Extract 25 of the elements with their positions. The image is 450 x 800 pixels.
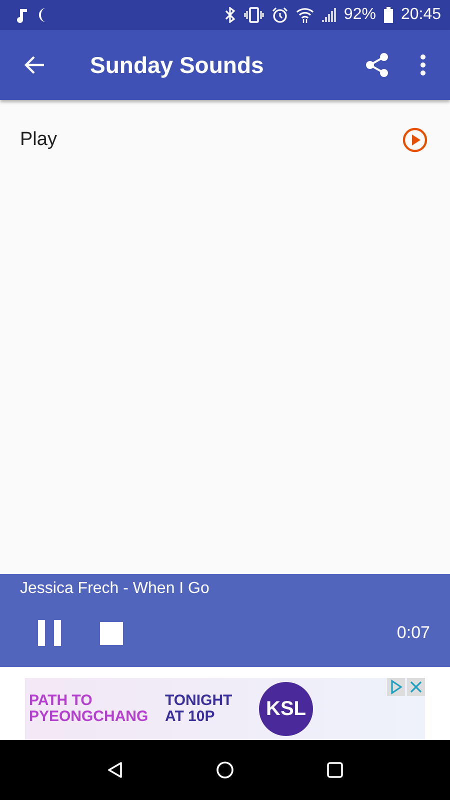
list-item[interactable]: Play	[0, 100, 450, 180]
recents-icon[interactable]	[327, 762, 344, 778]
battery-icon	[384, 7, 393, 23]
elapsed-time: 0:07	[396, 623, 430, 643]
more-options-button[interactable]	[420, 54, 426, 76]
music-note-icon	[16, 7, 28, 23]
pause-button[interactable]	[38, 620, 62, 646]
back-icon[interactable]	[106, 761, 123, 779]
ad-tagline: TONIGHT AT 10P	[165, 693, 234, 725]
home-icon[interactable]	[216, 761, 234, 779]
back-button[interactable]	[24, 54, 46, 76]
wifi-icon	[296, 7, 314, 23]
track-title: Jessica Frech - When I Go	[20, 580, 210, 598]
stop-button[interactable]	[100, 622, 123, 644]
signal-icon	[322, 7, 336, 23]
ad-headline: PATH TO PYEONGCHANG	[29, 693, 150, 725]
share-button[interactable]	[364, 52, 390, 78]
play-icon	[402, 127, 428, 153]
alarm-clock-icon	[272, 7, 288, 23]
clock: 20:45	[400, 6, 441, 24]
vibrate-icon	[244, 7, 264, 23]
app-title: Sunday Sounds	[90, 52, 265, 78]
bluetooth-icon	[224, 7, 236, 23]
ad-logo: KSL	[259, 682, 313, 736]
battery-percentage: 92%	[344, 6, 376, 24]
